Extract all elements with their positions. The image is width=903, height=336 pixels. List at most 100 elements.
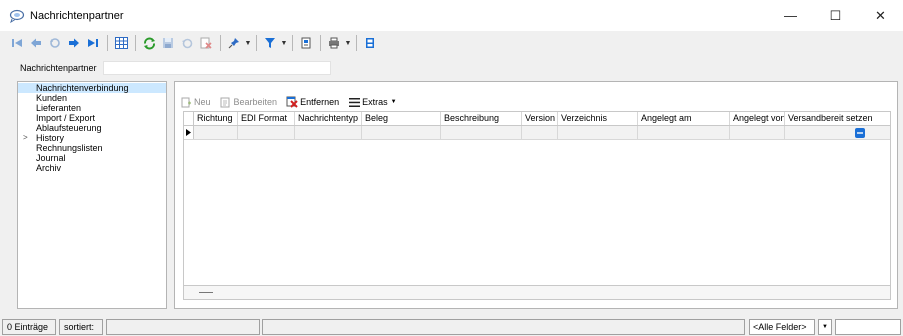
grid-cell[interactable] (522, 126, 558, 139)
delete-record-icon[interactable] (197, 34, 215, 52)
grid-cell[interactable] (238, 126, 295, 139)
undo-icon[interactable] (46, 34, 64, 52)
toolbar-separator (356, 35, 357, 51)
column-header-richtung[interactable]: Richtung (194, 112, 238, 125)
main-toolbar: ▼ ▼ ▼ (0, 32, 903, 54)
status-panel (106, 319, 260, 335)
grid-header-row: Richtung EDI Format Nachrichtentyp Beleg… (184, 112, 890, 126)
grid-toolbar: Neu Bearbeiten Entfernen Extras ▼ (180, 94, 406, 110)
maximize-button[interactable]: ☐ (813, 0, 858, 31)
column-header-versandbereit-setzen[interactable]: Versandbereit setzen (785, 112, 881, 125)
column-header-verzeichnis[interactable]: Verzeichnis (558, 112, 638, 125)
content-panel: Neu Bearbeiten Entfernen Extras ▼ Richtu… (174, 81, 898, 309)
extras-menu-button[interactable]: Extras ▼ (348, 96, 397, 108)
data-grid: Richtung EDI Format Nachrichtentyp Beleg… (183, 111, 891, 300)
print-icon[interactable] (325, 34, 343, 52)
tree-item-history[interactable]: > History (18, 133, 166, 143)
tree-item-label: History (36, 133, 65, 143)
tree-item-journal[interactable]: Journal (18, 153, 166, 163)
window-title: Nachrichtenpartner (30, 9, 124, 22)
column-header-nachrichtentyp[interactable]: Nachrichtentyp (295, 112, 362, 125)
document-icon[interactable] (297, 34, 315, 52)
menu-icon (348, 96, 360, 108)
record-count: 0 Einträge (2, 319, 56, 335)
filter-dropdown-arrow[interactable]: ▼ (280, 34, 288, 52)
grid-cell[interactable] (638, 126, 730, 139)
table-view-icon[interactable] (112, 34, 130, 52)
search-label: Nachrichtenpartner (20, 63, 97, 73)
column-header-beschreibung[interactable]: Beschreibung (441, 112, 522, 125)
tree-item-rechnungslisten[interactable]: Rechnungslisten (18, 143, 166, 153)
toolbar-separator (135, 35, 136, 51)
edit-button[interactable]: Bearbeiten (220, 96, 278, 108)
grid-cell[interactable] (295, 126, 362, 139)
next-record-icon[interactable] (65, 34, 83, 52)
tree-item-ablaufsteuerung[interactable]: Ablaufsteuerung (18, 123, 166, 133)
tree-item-lieferanten[interactable]: Lieferanten (18, 103, 166, 113)
print-dropdown-arrow[interactable]: ▼ (344, 34, 352, 52)
first-record-icon[interactable] (8, 34, 26, 52)
grid-cell[interactable] (785, 126, 881, 139)
new-button[interactable]: Neu (180, 96, 211, 108)
tree-item-label: Archiv (36, 163, 62, 173)
layout-icon[interactable] (361, 34, 379, 52)
pin-dropdown-arrow[interactable]: ▼ (244, 34, 252, 52)
column-header-version[interactable]: Version (522, 112, 558, 125)
grid-cell[interactable] (194, 126, 238, 139)
title-bar: Nachrichtenpartner — ☐ ✕ (0, 0, 903, 31)
grid-cell[interactable] (730, 126, 785, 139)
pin-icon[interactable] (225, 34, 243, 52)
search-row: Nachrichtenpartner (0, 58, 903, 78)
navigation-tree: Nachrichtenverbindung Kunden Lieferanten… (17, 81, 167, 309)
minimize-button[interactable]: — (768, 0, 813, 31)
edit-document-icon (220, 96, 232, 108)
last-record-icon[interactable] (84, 34, 102, 52)
row-pointer-icon (186, 129, 191, 136)
chevron-down-icon: ▼ (390, 99, 397, 105)
revert-icon[interactable] (178, 34, 196, 52)
search-input[interactable] (102, 61, 331, 75)
tree-item-import-export[interactable]: Import / Export (18, 113, 166, 123)
field-filter-dropdown-arrow[interactable]: ▼ (818, 319, 832, 335)
grid-cell[interactable] (558, 126, 638, 139)
new-button-label: Neu (194, 97, 211, 107)
field-filter-input[interactable] (835, 319, 901, 335)
column-header-angelegt-am[interactable]: Angelegt am (638, 112, 730, 125)
toolbar-separator (292, 35, 293, 51)
expand-chevron-icon[interactable]: > (23, 133, 28, 143)
grid-cell[interactable] (441, 126, 522, 139)
remove-x-icon (286, 96, 298, 108)
current-row-indicator (184, 126, 194, 139)
footer-divider (199, 292, 213, 293)
previous-record-icon[interactable] (27, 34, 45, 52)
row-selector-header (184, 112, 194, 125)
grid-cell[interactable] (362, 126, 441, 139)
tree-item-label: Ablaufsteuerung (36, 123, 102, 133)
remove-button[interactable]: Entfernen (286, 96, 339, 108)
tree-item-nachrichtenverbindung[interactable]: Nachrichtenverbindung (18, 83, 166, 93)
close-button[interactable]: ✕ (858, 0, 903, 31)
column-header-beleg[interactable]: Beleg (362, 112, 441, 125)
tree-item-kunden[interactable]: Kunden (18, 93, 166, 103)
edit-button-label: Bearbeiten (233, 97, 278, 107)
grid-footer (184, 285, 890, 299)
save-icon[interactable] (159, 34, 177, 52)
field-filter-select[interactable]: <Alle Felder> (749, 319, 815, 335)
filter-icon[interactable] (261, 34, 279, 52)
checkbox-indeterminate-icon[interactable] (855, 128, 865, 138)
partner-app-icon (9, 9, 25, 23)
tree-item-label: Lieferanten (36, 103, 82, 113)
column-header-angelegt-von[interactable]: Angelegt von (730, 112, 785, 125)
sort-status: sortiert: (59, 319, 103, 335)
status-bar: 0 Einträge sortiert: <Alle Felder> ▼ (0, 317, 903, 336)
table-row[interactable] (184, 126, 890, 140)
column-header-edi-format[interactable]: EDI Format (238, 112, 295, 125)
tree-item-label: Journal (36, 153, 66, 163)
remove-button-label: Entfernen (300, 97, 340, 107)
toolbar-separator (220, 35, 221, 51)
tree-item-label: Import / Export (36, 113, 96, 123)
new-document-icon (180, 96, 192, 108)
refresh-icon[interactable] (140, 34, 158, 52)
toolbar-separator (320, 35, 321, 51)
tree-item-archiv[interactable]: Archiv (18, 163, 166, 173)
